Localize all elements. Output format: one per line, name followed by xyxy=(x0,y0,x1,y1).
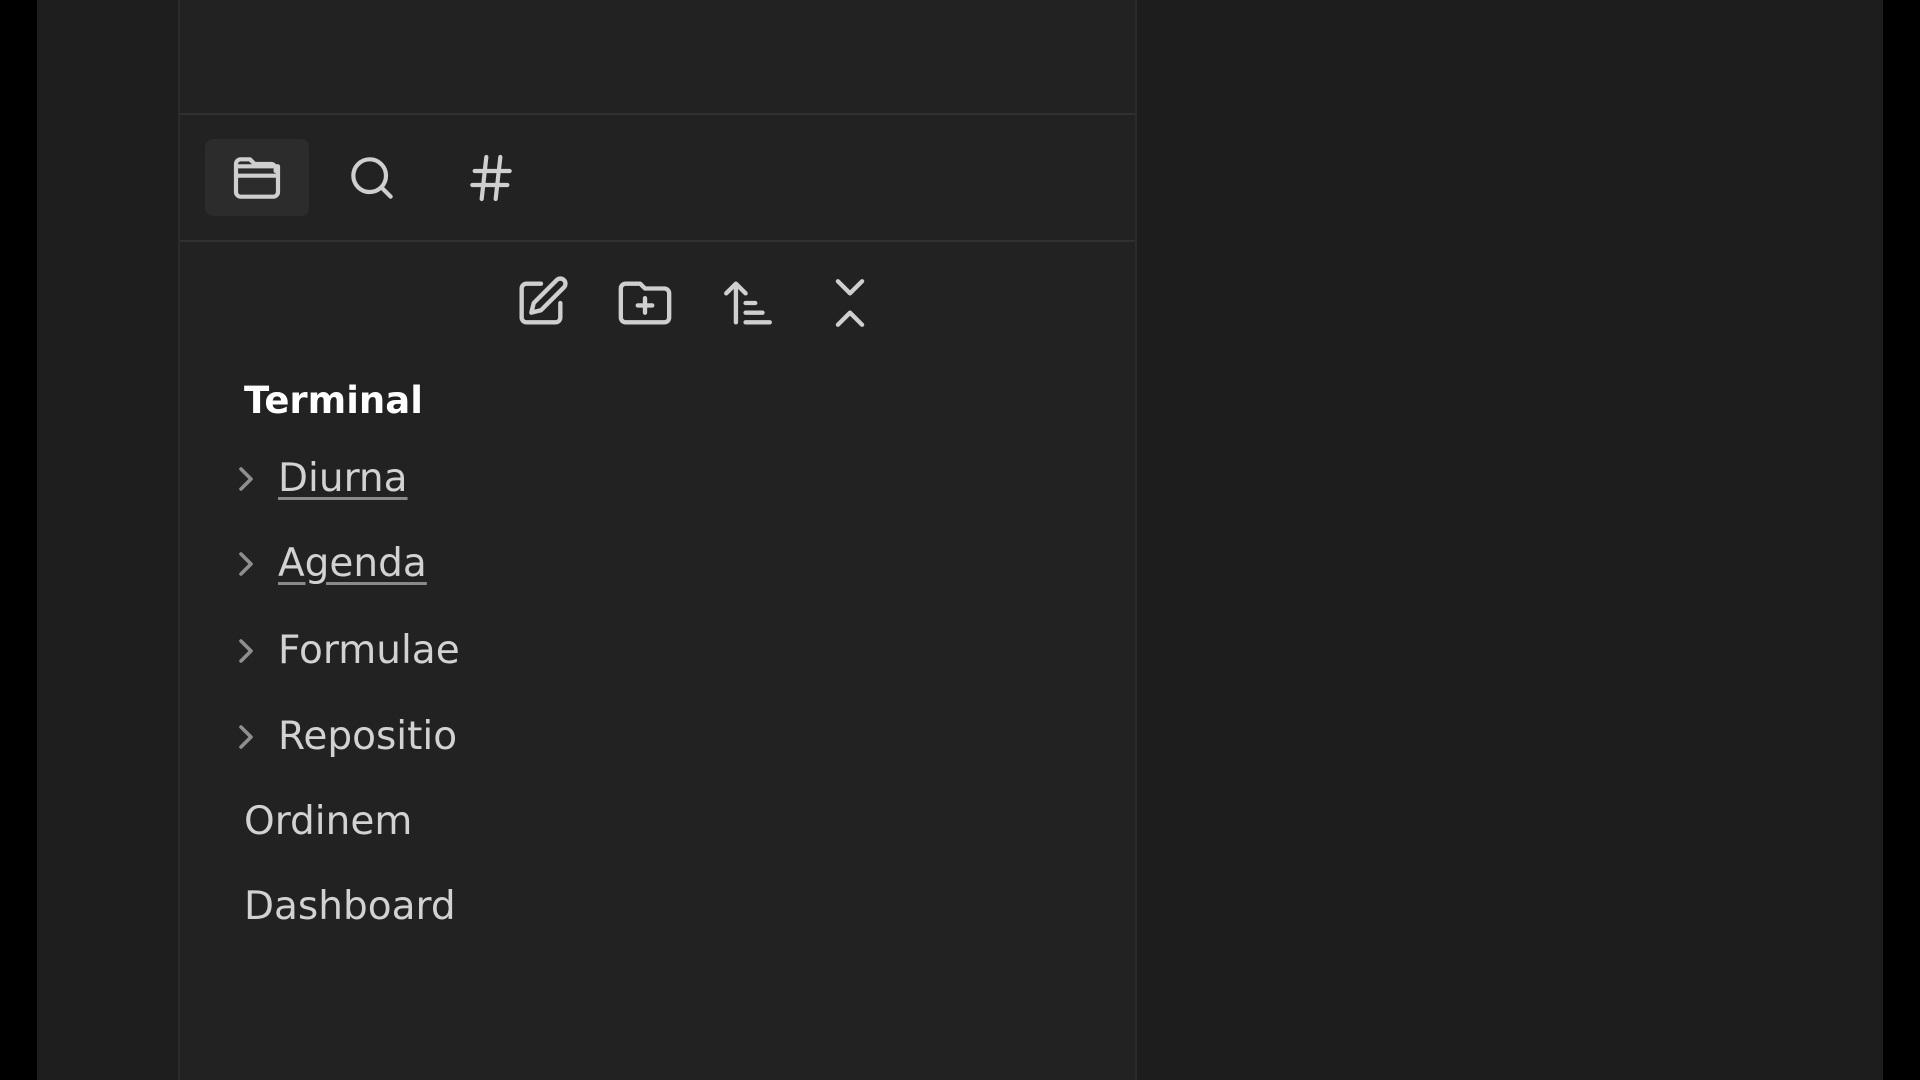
folder-item[interactable]: Diurna xyxy=(228,449,408,509)
chevron-right-icon[interactable] xyxy=(228,631,262,671)
sidebar-header xyxy=(180,0,1135,115)
file-label: Ordinem xyxy=(244,799,413,844)
search-icon xyxy=(351,156,393,199)
file-item[interactable]: Ordinem xyxy=(244,792,412,852)
sidebar-tab-bar xyxy=(180,115,1135,242)
file-item[interactable]: Dashboard xyxy=(244,877,456,937)
app-window: Terminal Diurna Agenda Formulae Repositi… xyxy=(37,0,1883,1080)
folder-item[interactable]: Repositio xyxy=(228,707,457,767)
file-label: Dashboard xyxy=(244,884,456,929)
collapse-all-icon xyxy=(835,279,865,327)
folder-label: Diurna xyxy=(278,456,408,501)
folder-item[interactable]: Formulae xyxy=(228,621,460,681)
explorer-toolbar xyxy=(180,242,1135,362)
collapse-all-button[interactable] xyxy=(815,268,885,338)
editor-area xyxy=(1137,0,1883,1080)
sort-icon xyxy=(724,281,772,325)
tab-search[interactable] xyxy=(320,139,424,216)
tab-tags[interactable] xyxy=(439,139,543,216)
chevron-right-icon[interactable] xyxy=(228,717,262,757)
new-folder-icon xyxy=(618,281,672,325)
folder-label: Formulae xyxy=(278,628,460,673)
chevron-right-icon[interactable] xyxy=(228,459,262,499)
folder-label: Repositio xyxy=(278,714,458,759)
sort-button[interactable] xyxy=(713,268,783,338)
tab-files[interactable] xyxy=(205,139,309,216)
new-note-button[interactable] xyxy=(506,268,576,338)
folder-item[interactable]: Agenda xyxy=(228,534,427,594)
file-explorer-sidebar: Terminal Diurna Agenda Formulae Repositi… xyxy=(180,0,1137,1080)
new-folder-button[interactable] xyxy=(610,268,680,338)
vault-name[interactable]: Terminal xyxy=(244,376,423,426)
folder-icon xyxy=(233,156,281,199)
left-ribbon xyxy=(37,0,180,1080)
new-note-icon xyxy=(519,276,568,325)
folder-label: Agenda xyxy=(278,541,427,586)
hash-icon xyxy=(470,154,512,201)
chevron-right-icon[interactable] xyxy=(228,544,262,584)
